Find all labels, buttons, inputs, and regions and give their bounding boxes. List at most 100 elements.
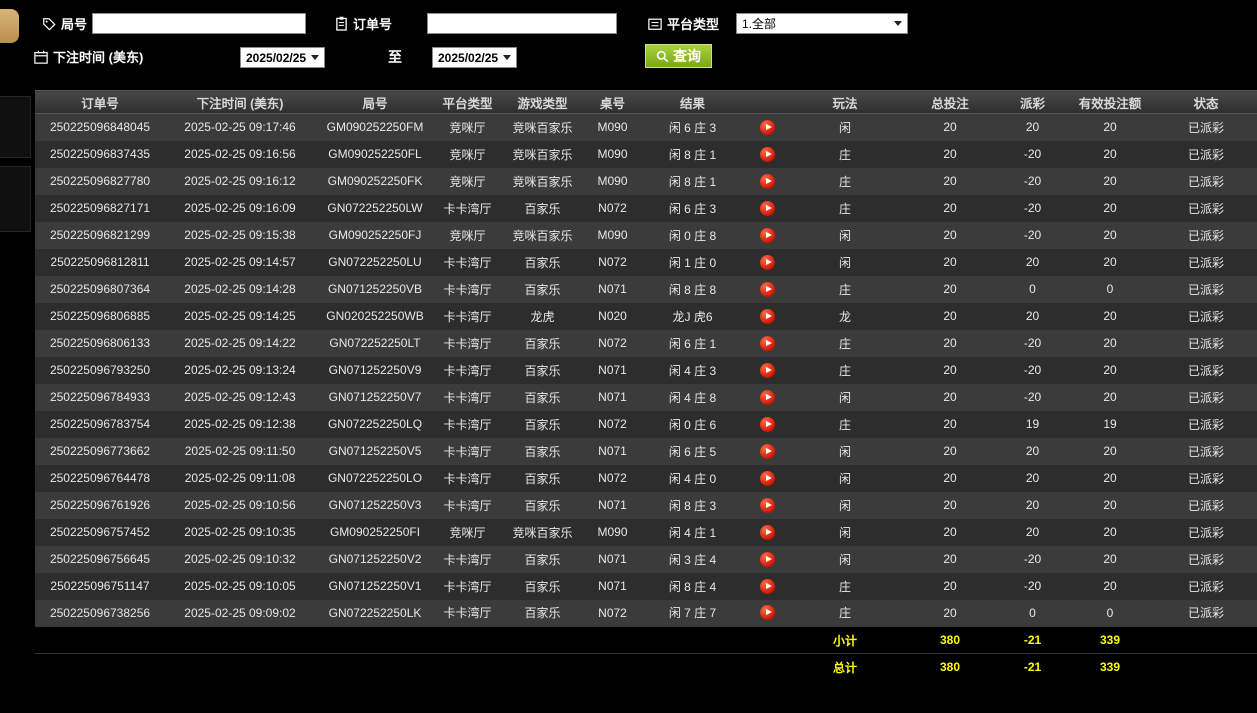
play-video-icon[interactable] (760, 416, 775, 432)
cell-tableNo: M090 (597, 147, 628, 161)
cell-result: 闲 4 庄 8 (668, 390, 717, 405)
cell-valid: 19 (1103, 417, 1117, 431)
bet-time-label: 下注时间 (美东) (53, 50, 144, 65)
table-header-row: 订单号 下注时间 (美东) 局号 平台类型 游戏类型 桌号 结果 玩法 总投注 派彩 有效投注额 状态 (35, 90, 1257, 114)
cell-order: 250225096837435 (49, 147, 151, 161)
play-video-icon[interactable] (760, 173, 775, 189)
play-video-icon[interactable] (760, 119, 775, 135)
cell-play (745, 438, 790, 465)
cell-bet: 20 (943, 417, 957, 431)
subtotal-row-bet: 380 (900, 626, 1000, 654)
date-to-value: 2025/02/25 (438, 50, 499, 65)
cell-hall: 卡卡湾厅 (443, 606, 492, 621)
cell-order: 250225096757452 (49, 525, 151, 539)
cell-result: 闲 4 庄 1 (668, 525, 717, 540)
cell-gtype: 百家乐 (524, 363, 561, 378)
cell-time: 2025-02-25 09:10:32 (184, 552, 296, 566)
play-video-icon[interactable] (760, 605, 775, 621)
play-video-icon[interactable] (760, 551, 775, 567)
cell-valid: 20 (1103, 255, 1117, 269)
cell-bet: 20 (943, 282, 957, 296)
play-video-icon[interactable] (760, 200, 775, 216)
cell-hall: 卡卡湾厅 (443, 444, 492, 459)
cell-payout: -20 (1023, 228, 1042, 242)
query-button[interactable]: 查询 (645, 44, 712, 68)
play-video-icon[interactable] (760, 389, 775, 405)
cell-bet: 20 (943, 336, 957, 350)
column-header: 玩法 (790, 90, 900, 114)
cell-play (745, 600, 790, 627)
order-no-input[interactable] (427, 13, 618, 34)
sidebar-block (0, 166, 31, 232)
cell-method: 闲 (838, 120, 851, 135)
cell-play (745, 303, 790, 330)
cell-order: 250225096793250 (49, 363, 151, 377)
cell-tableNo: N072 (598, 201, 627, 215)
total-row-result (640, 653, 745, 681)
total-row-valid: 339 (1065, 653, 1155, 681)
play-video-icon[interactable] (760, 308, 775, 324)
cell-status: 已派彩 (1187, 471, 1224, 486)
cell-tableNo: N020 (598, 309, 627, 323)
cell-time: 2025-02-25 09:16:09 (184, 201, 296, 215)
play-video-icon[interactable] (760, 254, 775, 270)
play-video-icon[interactable] (760, 443, 775, 459)
play-video-icon[interactable] (760, 335, 775, 351)
cell-play (745, 411, 790, 438)
cell-method: 庄 (838, 606, 851, 621)
cell-result: 闲 8 庄 1 (668, 147, 717, 162)
cell-play (745, 492, 790, 519)
cell-gtype: 百家乐 (524, 498, 561, 513)
play-video-icon[interactable] (760, 470, 775, 486)
cell-payout: -20 (1023, 147, 1042, 161)
cell-hall: 卡卡湾厅 (443, 579, 492, 594)
play-video-icon[interactable] (760, 362, 775, 378)
cell-game: GN020252250WB (326, 309, 424, 323)
cell-game: GN071252250V1 (328, 579, 422, 593)
play-video-icon[interactable] (760, 227, 775, 243)
cell-game: GN071252250V2 (328, 552, 422, 566)
cell-hall: 竞咪厅 (449, 525, 486, 540)
cell-game: GN071252250V9 (328, 363, 422, 377)
cell-valid: 20 (1103, 336, 1117, 350)
play-video-icon[interactable] (760, 281, 775, 297)
table-row: 250225096848045 2025-02-25 09:17:46 GM0902… (35, 113, 1257, 141)
cell-play (745, 141, 790, 168)
game-no-input[interactable] (92, 13, 307, 34)
cell-bet: 20 (943, 444, 957, 458)
cell-status: 已派彩 (1187, 282, 1224, 297)
play-video-icon[interactable] (760, 524, 775, 540)
cell-bet: 20 (943, 579, 957, 593)
play-video-icon[interactable] (760, 146, 775, 162)
cell-tableNo: M090 (597, 120, 628, 135)
subtotal-row-hall (435, 626, 500, 654)
column-header: 总投注 (900, 90, 1000, 114)
cell-bet: 20 (943, 390, 957, 404)
column-header: 游戏类型 (500, 90, 585, 114)
play-video-icon[interactable] (760, 497, 775, 513)
cell-tableNo: N071 (598, 579, 627, 593)
cell-time: 2025-02-25 09:10:35 (184, 525, 296, 539)
platform-select[interactable]: 1.全部 (736, 13, 909, 34)
play-video-icon[interactable] (760, 578, 775, 594)
cell-bet: 20 (943, 471, 957, 485)
cell-hall: 竞咪厅 (449, 174, 486, 189)
cell-payout: 0 (1029, 282, 1036, 296)
cell-order: 250225096806885 (49, 309, 151, 323)
clipboard-icon (335, 16, 348, 31)
cell-play (745, 168, 790, 195)
cell-time: 2025-02-25 09:10:05 (184, 579, 296, 593)
total-row-game (315, 653, 435, 681)
cell-order: 250225096784933 (49, 390, 151, 404)
column-header: 派彩 (1000, 90, 1065, 114)
date-from-select[interactable]: 2025/02/25 (240, 47, 326, 68)
cell-payout: 20 (1025, 120, 1040, 135)
cell-gtype: 竞咪百家乐 (512, 174, 573, 189)
cell-game: GM090252250FI (329, 525, 421, 539)
cell-hall: 卡卡湾厅 (443, 309, 492, 324)
cell-method: 庄 (838, 282, 851, 297)
table-row: 250225096764478 2025-02-25 09:11:08 GN0722… (35, 464, 1257, 492)
date-to-select[interactable]: 2025/02/25 (432, 47, 518, 68)
cell-game: GM090252250FL (328, 147, 422, 161)
cell-order: 250225096827171 (49, 201, 151, 215)
